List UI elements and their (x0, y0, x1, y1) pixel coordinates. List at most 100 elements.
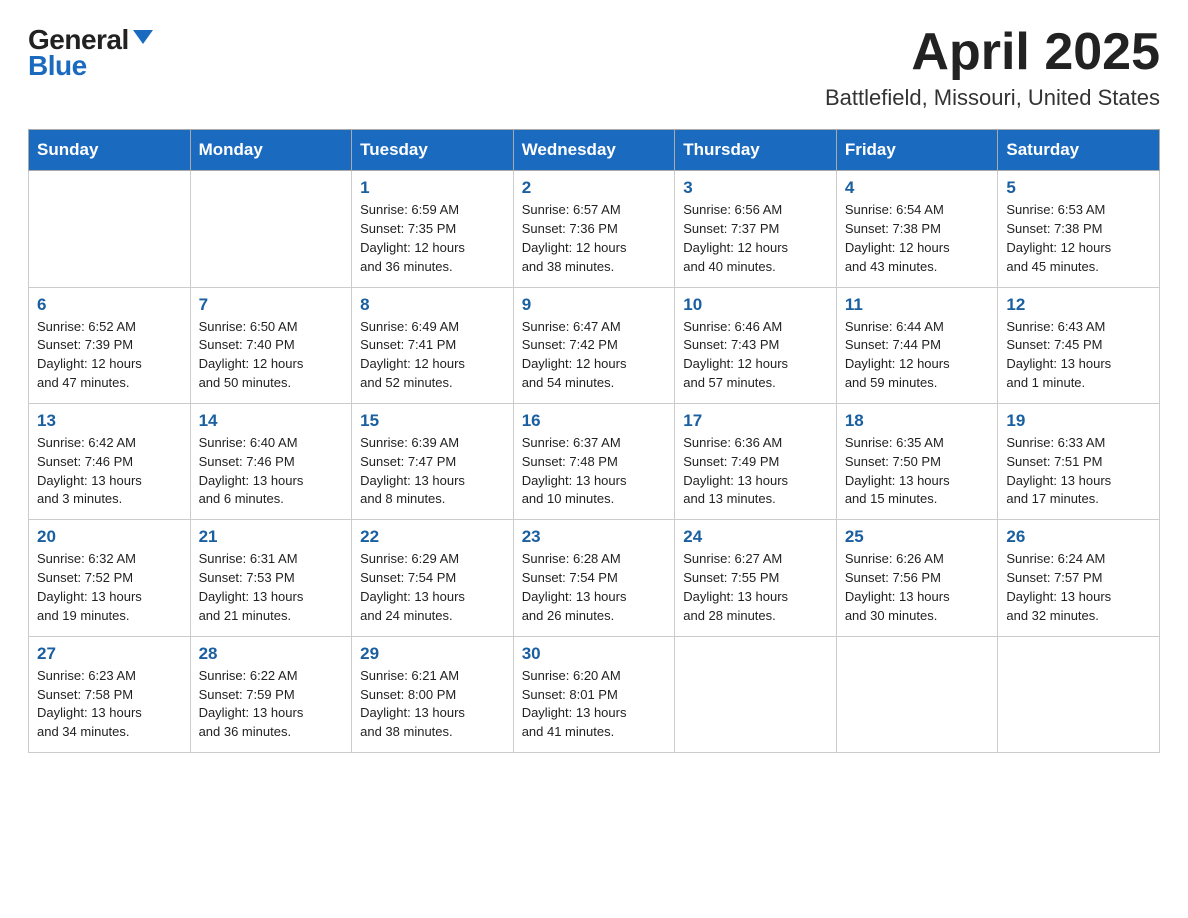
day-number: 9 (522, 295, 667, 315)
day-number: 24 (683, 527, 828, 547)
day-info: Sunrise: 6:44 AM Sunset: 7:44 PM Dayligh… (845, 318, 990, 393)
table-row (836, 636, 998, 752)
day-number: 5 (1006, 178, 1151, 198)
col-saturday: Saturday (998, 130, 1160, 171)
table-row: 5 Sunrise: 6:53 AM Sunset: 7:38 PM Daylig… (998, 171, 1160, 287)
col-thursday: Thursday (675, 130, 837, 171)
day-info: Sunrise: 6:29 AM Sunset: 7:54 PM Dayligh… (360, 550, 505, 625)
title-block: April 2025 Battlefield, Missouri, United… (825, 24, 1160, 111)
day-info: Sunrise: 6:53 AM Sunset: 7:38 PM Dayligh… (1006, 201, 1151, 276)
day-number: 19 (1006, 411, 1151, 431)
table-row: 9Sunrise: 6:47 AM Sunset: 7:42 PM Daylig… (513, 287, 675, 403)
col-monday: Monday (190, 130, 352, 171)
day-number: 1 (360, 178, 505, 198)
day-number: 25 (845, 527, 990, 547)
table-row: 11Sunrise: 6:44 AM Sunset: 7:44 PM Dayli… (836, 287, 998, 403)
table-row: 1 Sunrise: 6:59 AM Sunset: 7:35 PM Daylig… (352, 171, 514, 287)
day-info: Sunrise: 6:59 AM Sunset: 7:35 PM Dayligh… (360, 201, 505, 276)
table-row: 12Sunrise: 6:43 AM Sunset: 7:45 PM Dayli… (998, 287, 1160, 403)
day-number: 13 (37, 411, 182, 431)
table-row: 14 Sunrise: 6:40 AM Sunset: 7:46 PM Dayli… (190, 403, 352, 519)
calendar-week-row: 1 Sunrise: 6:59 AM Sunset: 7:35 PM Daylig… (29, 171, 1160, 287)
table-row: 10 Sunrise: 6:46 AM Sunset: 7:43 PM Dayli… (675, 287, 837, 403)
day-number: 15 (360, 411, 505, 431)
day-number: 22 (360, 527, 505, 547)
day-number: 20 (37, 527, 182, 547)
table-row (29, 171, 191, 287)
day-info: Sunrise: 6:50 AM Sunset: 7:40 PM Dayligh… (199, 318, 344, 393)
table-row: 30Sunrise: 6:20 AM Sunset: 8:01 PM Dayli… (513, 636, 675, 752)
day-number: 18 (845, 411, 990, 431)
day-info: Sunrise: 6:46 AM Sunset: 7:43 PM Dayligh… (683, 318, 828, 393)
day-info: Sunrise: 6:20 AM Sunset: 8:01 PM Dayligh… (522, 667, 667, 742)
day-info: Sunrise: 6:28 AM Sunset: 7:54 PM Dayligh… (522, 550, 667, 625)
table-row: 21 Sunrise: 6:31 AM Sunset: 7:53 PM Dayli… (190, 520, 352, 636)
day-number: 2 (522, 178, 667, 198)
page-title: April 2025 (825, 24, 1160, 81)
calendar-week-row: 13 Sunrise: 6:42 AM Sunset: 7:46 PM Dayli… (29, 403, 1160, 519)
day-info: Sunrise: 6:33 AM Sunset: 7:51 PM Dayligh… (1006, 434, 1151, 509)
table-row: 25Sunrise: 6:26 AM Sunset: 7:56 PM Dayli… (836, 520, 998, 636)
table-row (190, 171, 352, 287)
logo-blue-text: Blue (28, 50, 87, 82)
table-row: 18 Sunrise: 6:35 AM Sunset: 7:50 PM Dayli… (836, 403, 998, 519)
day-number: 4 (845, 178, 990, 198)
day-info: Sunrise: 6:23 AM Sunset: 7:58 PM Dayligh… (37, 667, 182, 742)
calendar-week-row: 20 Sunrise: 6:32 AM Sunset: 7:52 PM Dayli… (29, 520, 1160, 636)
table-row: 6Sunrise: 6:52 AM Sunset: 7:39 PM Daylig… (29, 287, 191, 403)
day-number: 14 (199, 411, 344, 431)
calendar-table: Sunday Monday Tuesday Wednesday Thursday… (28, 129, 1160, 753)
table-row: 8Sunrise: 6:49 AM Sunset: 7:41 PM Daylig… (352, 287, 514, 403)
table-row: 23 Sunrise: 6:28 AM Sunset: 7:54 PM Dayli… (513, 520, 675, 636)
table-row: 20 Sunrise: 6:32 AM Sunset: 7:52 PM Dayli… (29, 520, 191, 636)
table-row: 26 Sunrise: 6:24 AM Sunset: 7:57 PM Dayli… (998, 520, 1160, 636)
day-info: Sunrise: 6:35 AM Sunset: 7:50 PM Dayligh… (845, 434, 990, 509)
day-info: Sunrise: 6:39 AM Sunset: 7:47 PM Dayligh… (360, 434, 505, 509)
day-number: 21 (199, 527, 344, 547)
day-info: Sunrise: 6:27 AM Sunset: 7:55 PM Dayligh… (683, 550, 828, 625)
day-info: Sunrise: 6:36 AM Sunset: 7:49 PM Dayligh… (683, 434, 828, 509)
table-row: 24 Sunrise: 6:27 AM Sunset: 7:55 PM Dayli… (675, 520, 837, 636)
day-info: Sunrise: 6:42 AM Sunset: 7:46 PM Dayligh… (37, 434, 182, 509)
day-number: 3 (683, 178, 828, 198)
day-info: Sunrise: 6:22 AM Sunset: 7:59 PM Dayligh… (199, 667, 344, 742)
table-row: 27 Sunrise: 6:23 AM Sunset: 7:58 PM Dayli… (29, 636, 191, 752)
table-row: 2 Sunrise: 6:57 AM Sunset: 7:36 PM Daylig… (513, 171, 675, 287)
day-info: Sunrise: 6:49 AM Sunset: 7:41 PM Dayligh… (360, 318, 505, 393)
page-subtitle: Battlefield, Missouri, United States (825, 85, 1160, 111)
table-row: 15 Sunrise: 6:39 AM Sunset: 7:47 PM Dayli… (352, 403, 514, 519)
table-row: 16Sunrise: 6:37 AM Sunset: 7:48 PM Dayli… (513, 403, 675, 519)
day-number: 26 (1006, 527, 1151, 547)
day-info: Sunrise: 6:31 AM Sunset: 7:53 PM Dayligh… (199, 550, 344, 625)
logo-triangle-icon (133, 30, 153, 44)
day-number: 28 (199, 644, 344, 664)
table-row (998, 636, 1160, 752)
table-row (675, 636, 837, 752)
day-info: Sunrise: 6:40 AM Sunset: 7:46 PM Dayligh… (199, 434, 344, 509)
table-row: 19 Sunrise: 6:33 AM Sunset: 7:51 PM Dayli… (998, 403, 1160, 519)
day-info: Sunrise: 6:37 AM Sunset: 7:48 PM Dayligh… (522, 434, 667, 509)
day-info: Sunrise: 6:52 AM Sunset: 7:39 PM Dayligh… (37, 318, 182, 393)
page-header: General Blue April 2025 Battlefield, Mis… (28, 24, 1160, 111)
day-info: Sunrise: 6:43 AM Sunset: 7:45 PM Dayligh… (1006, 318, 1151, 393)
day-info: Sunrise: 6:32 AM Sunset: 7:52 PM Dayligh… (37, 550, 182, 625)
day-info: Sunrise: 6:54 AM Sunset: 7:38 PM Dayligh… (845, 201, 990, 276)
table-row: 13 Sunrise: 6:42 AM Sunset: 7:46 PM Dayli… (29, 403, 191, 519)
table-row: 28 Sunrise: 6:22 AM Sunset: 7:59 PM Dayli… (190, 636, 352, 752)
table-row: 7 Sunrise: 6:50 AM Sunset: 7:40 PM Daylig… (190, 287, 352, 403)
col-wednesday: Wednesday (513, 130, 675, 171)
day-number: 23 (522, 527, 667, 547)
col-sunday: Sunday (29, 130, 191, 171)
col-tuesday: Tuesday (352, 130, 514, 171)
col-friday: Friday (836, 130, 998, 171)
calendar-week-row: 6Sunrise: 6:52 AM Sunset: 7:39 PM Daylig… (29, 287, 1160, 403)
day-info: Sunrise: 6:56 AM Sunset: 7:37 PM Dayligh… (683, 201, 828, 276)
day-number: 10 (683, 295, 828, 315)
day-info: Sunrise: 6:24 AM Sunset: 7:57 PM Dayligh… (1006, 550, 1151, 625)
day-number: 7 (199, 295, 344, 315)
table-row: 3 Sunrise: 6:56 AM Sunset: 7:37 PM Daylig… (675, 171, 837, 287)
day-number: 17 (683, 411, 828, 431)
day-number: 27 (37, 644, 182, 664)
day-info: Sunrise: 6:57 AM Sunset: 7:36 PM Dayligh… (522, 201, 667, 276)
table-row: 29Sunrise: 6:21 AM Sunset: 8:00 PM Dayli… (352, 636, 514, 752)
